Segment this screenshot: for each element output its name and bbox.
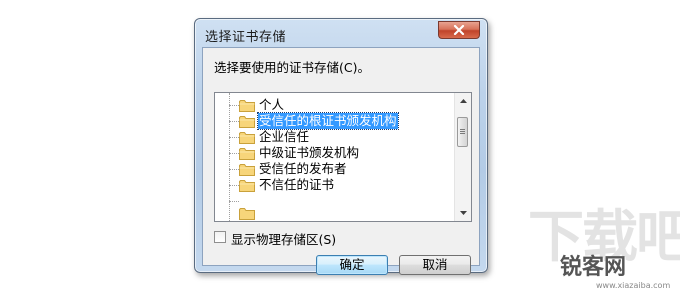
tree-item-personal[interactable]: 个人 (215, 97, 455, 113)
folder-icon (239, 208, 255, 220)
store-tree-items: 个人 受信任的根证书颁发机构 企业信任 中级证书颁发机构 受信任的发布者 不信任… (215, 93, 455, 221)
folder-icon (239, 164, 255, 176)
show-physical-stores-checkbox[interactable] (214, 231, 226, 243)
ok-button[interactable]: 确定 (316, 255, 388, 275)
scroll-up-icon (459, 99, 467, 103)
folder-icon (239, 148, 255, 160)
title-bar[interactable]: 选择证书存储 (195, 19, 487, 47)
screen: 选择证书存储 选择要使用的证书存储(C)。 个人 受信任的根证书颁发机构 企业信… (0, 0, 680, 294)
certificate-store-dialog: 选择证书存储 选择要使用的证书存储(C)。 个人 受信任的根证书颁发机构 企业信… (194, 18, 488, 275)
folder-icon (239, 132, 255, 144)
tree-item-partial[interactable] (215, 193, 455, 220)
tree-item-trusted-root[interactable]: 受信任的根证书颁发机构 (215, 112, 455, 130)
tree-item-enterprise-trust[interactable]: 企业信任 (215, 129, 455, 145)
dialog-body: 选择要使用的证书存储(C)。 个人 受信任的根证书颁发机构 企业信任 中级证书颁… (202, 47, 480, 275)
tree-item-label: 企业信任 (259, 129, 310, 144)
tree-item-label: 受信任的发布者 (259, 161, 347, 176)
tree-item-label: 受信任的根证书颁发机构 (257, 112, 399, 130)
store-tree[interactable]: 个人 受信任的根证书颁发机构 企业信任 中级证书颁发机构 受信任的发布者 不信任… (214, 92, 472, 222)
folder-icon (239, 100, 255, 112)
show-physical-stores-label[interactable]: 显示物理存储区(S) (231, 229, 336, 248)
tree-item-label: 不信任的证书 (259, 177, 335, 192)
folder-icon (239, 180, 255, 192)
watermark-brand: 锐客网 (560, 255, 627, 280)
watermark-url: www.xiazaiba.com (596, 281, 671, 290)
prompt-label: 选择要使用的证书存储(C)。 (214, 60, 370, 75)
tree-item-untrusted-certs[interactable]: 不信任的证书 (215, 177, 455, 193)
scroll-down-button[interactable] (455, 205, 471, 221)
window-title: 选择证书存储 (205, 30, 287, 45)
tree-item-intermediate-ca[interactable]: 中级证书颁发机构 (215, 145, 455, 161)
close-button[interactable] (438, 21, 480, 39)
scroll-down-icon (459, 211, 467, 215)
tree-scrollbar[interactable] (454, 93, 471, 221)
folder-icon (239, 116, 255, 128)
close-icon (453, 25, 465, 35)
scroll-thumb[interactable] (457, 117, 468, 147)
tree-item-label: 中级证书颁发机构 (259, 145, 360, 160)
tree-item-label: 个人 (259, 97, 285, 112)
tree-item-trusted-publishers[interactable]: 受信任的发布者 (215, 161, 455, 177)
cancel-button[interactable]: 取消 (399, 255, 471, 275)
scroll-up-button[interactable] (455, 93, 471, 109)
